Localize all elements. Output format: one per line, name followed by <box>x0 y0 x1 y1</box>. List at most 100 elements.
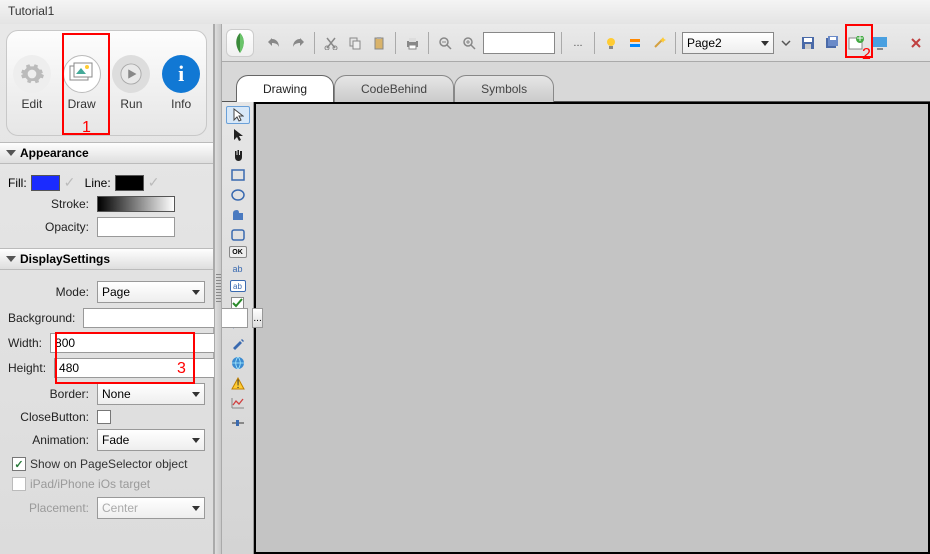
appearance-section: Appearance Fill: ✓ Line: ✓ Stroke: Opaci… <box>0 142 213 248</box>
roundrect-tool-icon[interactable] <box>226 226 250 244</box>
page-dropdown[interactable]: Page2 <box>682 32 774 54</box>
pan-tool-icon[interactable] <box>226 146 250 164</box>
display-title: DisplaySettings <box>20 252 110 266</box>
placement-row: Placement: Center <box>8 497 205 519</box>
animation-select[interactable]: Fade <box>97 429 205 451</box>
display-header[interactable]: DisplaySettings <box>0 248 213 270</box>
opacity-input[interactable] <box>97 217 175 237</box>
info-icon: i <box>162 55 200 93</box>
chart-tool-icon[interactable] <box>226 394 250 412</box>
mode-info-label: Info <box>171 97 191 111</box>
placement-label: Placement: <box>8 501 93 515</box>
globe-tool-icon[interactable] <box>226 354 250 372</box>
ellipse-tool-icon[interactable] <box>226 186 250 204</box>
tool-palette: OK ab ab ! <box>222 102 254 554</box>
print-icon[interactable] <box>402 33 422 53</box>
window-title: Tutorial1 <box>0 0 930 24</box>
paste-icon[interactable] <box>369 33 389 53</box>
fill-check-icon[interactable]: ✓ <box>64 177 73 189</box>
close-x-icon[interactable] <box>906 33 926 53</box>
cut-icon[interactable] <box>321 33 341 53</box>
text-tool-icon[interactable]: ab <box>226 260 250 278</box>
line-swatch[interactable] <box>115 175 144 191</box>
fill-label: Fill: <box>8 176 27 190</box>
page-dropdown-arrow-icon[interactable] <box>778 33 794 53</box>
mode-info[interactable]: i Info <box>156 31 206 135</box>
svg-text:!: ! <box>236 377 239 390</box>
zoom-out-icon[interactable] <box>435 33 455 53</box>
height-input[interactable] <box>54 358 219 378</box>
right-area: ... Page2 + 2 Drawing CodeBehind Symbols <box>222 24 930 554</box>
slider-tool-icon[interactable] <box>226 414 250 432</box>
gear-icon <box>13 55 51 93</box>
wand-icon[interactable] <box>649 33 669 53</box>
stroke-row: Stroke: <box>8 196 205 212</box>
splitter-handle[interactable] <box>214 24 222 554</box>
show-pageselector-checkbox[interactable] <box>12 457 26 471</box>
background-row: Background: ... <box>8 308 205 328</box>
height-row: Height: <box>8 358 205 378</box>
polygon-tool-icon[interactable] <box>226 206 250 224</box>
save-icon[interactable] <box>798 33 818 53</box>
annotation-number-2: 2 <box>862 46 871 64</box>
toolbar-more-button[interactable]: ... <box>568 33 588 53</box>
layers-icon[interactable] <box>625 33 645 53</box>
toolbar-separator <box>314 32 315 54</box>
monitor-icon[interactable] <box>870 33 890 53</box>
left-panel: Edit Draw Run i Info 1 <box>0 24 214 554</box>
show-pageselector-label: Show on PageSelector object <box>30 457 187 471</box>
width-input[interactable] <box>50 333 215 353</box>
mode-selector: Edit Draw Run i Info <box>6 30 207 136</box>
background-input[interactable] <box>83 308 248 328</box>
page-dropdown-value: Page2 <box>687 36 722 50</box>
annotation-number-3: 3 <box>177 360 186 378</box>
animation-row: Animation: Fade <box>8 429 205 451</box>
closebutton-label: CloseButton: <box>8 410 93 424</box>
background-browse-button[interactable]: ... <box>252 308 262 328</box>
line-check-icon[interactable]: ✓ <box>148 177 157 189</box>
tab-drawing[interactable]: Drawing <box>236 75 334 102</box>
ios-target-row: iPad/iPhone iOs target <box>12 477 201 491</box>
fill-swatch[interactable] <box>31 175 60 191</box>
appearance-header[interactable]: Appearance <box>0 142 213 164</box>
redo-icon[interactable] <box>288 33 308 53</box>
display-body: Mode: Page Background: ... Width: Height… <box>0 270 213 530</box>
rectangle-tool-icon[interactable] <box>226 166 250 184</box>
display-section: DisplaySettings Mode: Page Background: .… <box>0 248 213 530</box>
save-all-icon[interactable] <box>822 33 842 53</box>
mode-run[interactable]: Run <box>107 31 157 135</box>
ios-target-checkbox[interactable] <box>12 477 26 491</box>
copy-icon[interactable] <box>345 33 365 53</box>
toolbar-separator <box>428 32 429 54</box>
border-value: None <box>102 387 131 401</box>
toolbar-separator <box>561 32 562 54</box>
border-select[interactable]: None <box>97 383 205 405</box>
height-label: Height: <box>8 361 50 375</box>
select-tool-icon[interactable] <box>226 126 250 144</box>
collapse-icon <box>6 150 16 156</box>
mode-run-label: Run <box>120 97 142 111</box>
animation-label: Animation: <box>8 433 93 447</box>
ok-button-tool-icon[interactable]: OK <box>229 246 247 258</box>
closebutton-checkbox[interactable] <box>97 410 111 424</box>
drawing-canvas[interactable] <box>254 102 930 554</box>
width-label: Width: <box>8 336 46 350</box>
textbox-tool-icon[interactable]: ab <box>230 280 246 292</box>
undo-icon[interactable] <box>264 33 284 53</box>
toolbar-search-input[interactable] <box>483 32 555 54</box>
mode-edit[interactable]: Edit <box>7 31 57 135</box>
toolbar-separator <box>594 32 595 54</box>
show-pageselector-row: Show on PageSelector object <box>12 457 201 471</box>
mode-select[interactable]: Page <box>97 281 205 303</box>
warning-tool-icon[interactable]: ! <box>226 374 250 392</box>
stroke-swatch[interactable] <box>97 196 175 212</box>
toolbar-separator <box>675 32 676 54</box>
tab-codebehind[interactable]: CodeBehind <box>334 75 454 102</box>
pointer-tool-icon[interactable] <box>226 106 250 124</box>
main-toolbar: ... Page2 + 2 <box>222 24 930 62</box>
zoom-in-icon[interactable] <box>459 33 479 53</box>
toolbar-separator <box>395 32 396 54</box>
bulb-icon[interactable] <box>601 33 621 53</box>
tab-symbols[interactable]: Symbols <box>454 75 554 102</box>
pen-tool-icon[interactable] <box>226 334 250 352</box>
